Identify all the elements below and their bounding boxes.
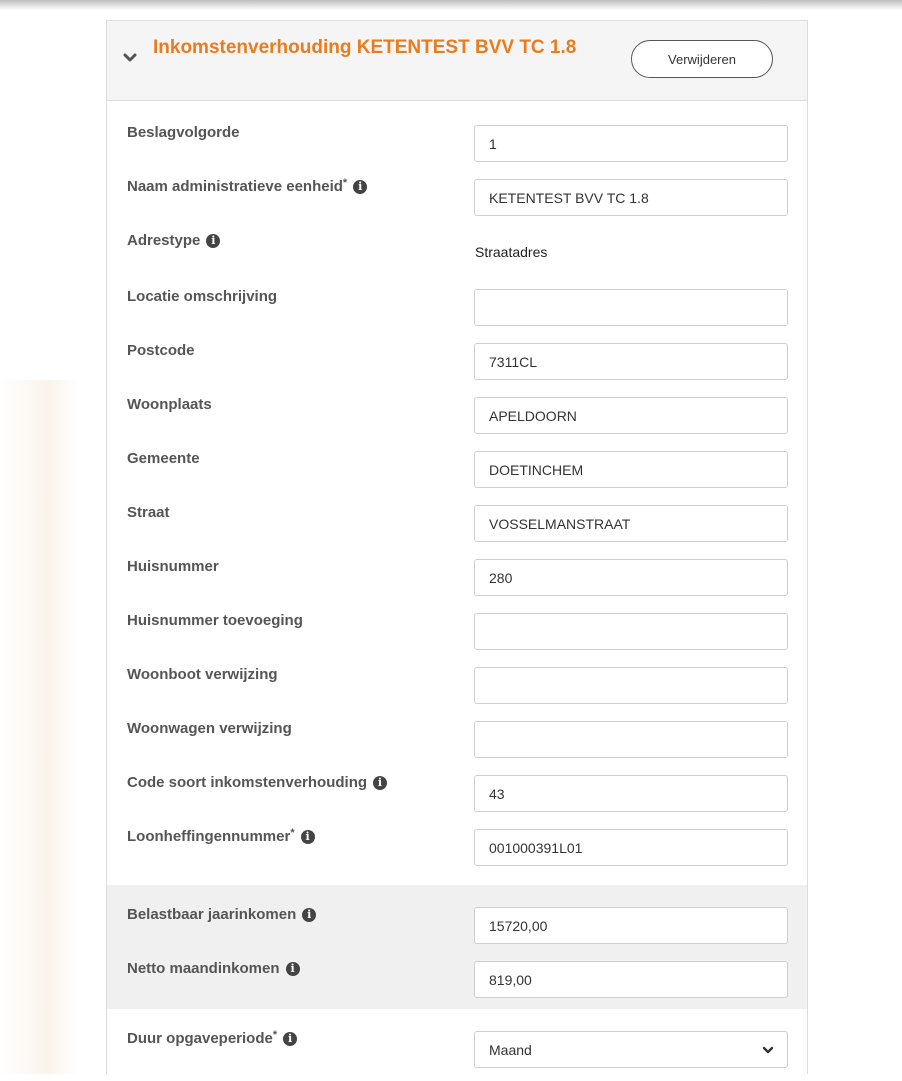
field-label: Code soort inkomstenverhouding i [127, 773, 388, 793]
beslagvolgorde-input[interactable] [474, 125, 788, 162]
info-icon[interactable]: i [373, 776, 388, 791]
field-label: Huisnummer [127, 558, 219, 575]
row-huisnummer: Huisnummer [107, 557, 807, 611]
postcode-input[interactable] [474, 343, 788, 380]
code-soort-inkomstenverhouding-input[interactable] [474, 775, 788, 812]
background-fade [0, 380, 80, 1074]
netto-maandinkomen-input[interactable] [474, 961, 788, 998]
required-marker: * [272, 1029, 278, 1041]
locatie-omschrijving-input[interactable] [474, 289, 788, 326]
field-label: Woonplaats [127, 396, 212, 413]
row-duur-opgaveperiode: Duur opgaveperiode* i Maand [107, 1027, 807, 1081]
belastbaar-jaarinkomen-input[interactable] [474, 907, 788, 944]
field-label: Adrestype i [127, 231, 221, 251]
row-code-soort-inkomstenverhouding: Code soort inkomstenverhouding i [107, 773, 807, 827]
field-label: Beslagvolgorde [127, 124, 240, 141]
panel-header: Inkomstenverhouding KETENTEST BVV TC 1.8… [107, 21, 807, 101]
row-gemeente: Gemeente [107, 449, 807, 503]
info-icon[interactable]: i [206, 234, 221, 249]
row-postcode: Postcode [107, 341, 807, 395]
top-shadow [0, 0, 902, 10]
info-icon[interactable]: i [285, 962, 300, 977]
row-belastbaar-jaarinkomen: Belastbaar jaarinkomen i [107, 905, 807, 959]
panel-title: Inkomstenverhouding KETENTEST BVV TC 1.8 [153, 37, 577, 58]
field-label: Straat [127, 504, 170, 521]
loonheffingennummer-input[interactable] [474, 829, 788, 866]
chevron-down-icon[interactable] [123, 51, 137, 65]
woonplaats-input[interactable] [474, 397, 788, 434]
required-marker: * [290, 827, 295, 839]
naam-administratieve-eenheid-input[interactable] [474, 179, 788, 216]
field-label: Woonwagen verwijzing [127, 720, 292, 737]
straat-input[interactable] [474, 505, 788, 542]
info-icon[interactable]: i [302, 908, 317, 923]
gemeente-input[interactable] [474, 451, 788, 488]
info-icon[interactable]: i [300, 830, 315, 845]
field-label: Gemeente [127, 450, 200, 467]
remove-button[interactable]: Verwijderen [631, 40, 773, 78]
woonwagen-verwijzing-input[interactable] [474, 721, 788, 758]
row-woonwagen-verwijzing: Woonwagen verwijzing [107, 719, 807, 773]
income-section: Belastbaar jaarinkomeni Netto maandinkom… [107, 885, 807, 1009]
huisnummer-toevoeging-input[interactable] [474, 613, 788, 650]
info-icon[interactable]: i [353, 180, 368, 195]
field-label: Loonheffingennummer* i [127, 827, 315, 847]
duur-opgaveperiode-select[interactable]: Maand [474, 1031, 788, 1068]
field-label: Huisnummer toevoeging [127, 612, 303, 629]
info-icon[interactable]: i [283, 1032, 298, 1047]
field-label: Woonboot verwijzing [127, 666, 278, 683]
row-straat: Straat [107, 503, 807, 557]
row-naam-administratieve-eenheid: Naam administratieve eenheid* i [107, 177, 807, 231]
row-woonplaats: Woonplaats [107, 395, 807, 449]
row-netto-maandinkomen: Netto maandinkomen i [107, 959, 807, 1013]
field-label: Netto maandinkomen i [127, 959, 300, 979]
row-locatie-omschrijving: Locatie omschrijving [107, 287, 807, 341]
chevron-down-icon [762, 1046, 774, 1054]
field-label: Postcode [127, 342, 195, 359]
field-label: Locatie omschrijving [127, 288, 278, 305]
row-woonboot-verwijzing: Woonboot verwijzing [107, 665, 807, 719]
adrestype-value: Straatadres [475, 244, 548, 260]
woonboot-verwijzing-input[interactable] [474, 667, 788, 704]
row-huisnummer-toevoeging: Huisnummer toevoeging [107, 611, 807, 665]
row-adrestype: Adrestype i Straatadres [107, 231, 807, 285]
required-marker: * [342, 177, 348, 189]
huisnummer-input[interactable] [474, 559, 788, 596]
field-label: Belastbaar jaarinkomen i [127, 905, 317, 925]
row-beslagvolgorde: Beslagvolgorde [107, 123, 807, 177]
row-loonheffingennummer: Loonheffingennummer* i [107, 827, 807, 881]
income-relationship-panel: Inkomstenverhouding KETENTEST BVV TC 1.8… [106, 20, 808, 1074]
field-label: Duur opgaveperiode* i [127, 1029, 298, 1049]
field-label: Naam administratieve eenheid* i [127, 177, 368, 197]
